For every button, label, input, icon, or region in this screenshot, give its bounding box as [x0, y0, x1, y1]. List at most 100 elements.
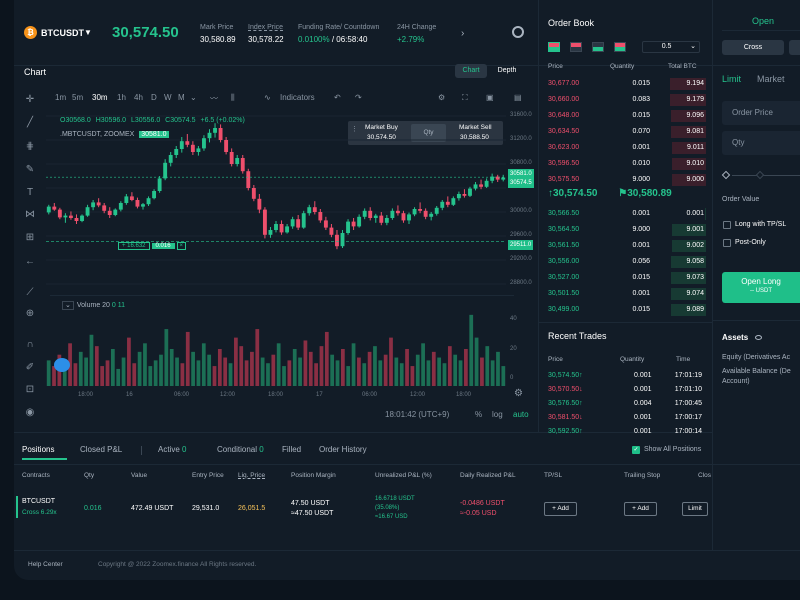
camera-icon[interactable]: ▣	[486, 93, 494, 102]
text-icon[interactable]: T	[24, 187, 36, 199]
timeframe-5m[interactable]: 5m	[72, 93, 83, 102]
chevron-right-icon[interactable]: ›	[461, 28, 464, 39]
orderbook-row[interactable]: 30,564.50 9.000 9.001	[548, 223, 706, 237]
indicators-button[interactable]: Indicators	[280, 93, 315, 102]
calendar-icon[interactable]: ▤	[514, 93, 522, 102]
orderbook-asks-icon[interactable]	[570, 42, 582, 52]
orderbook-bids-icon[interactable]	[592, 42, 604, 52]
open-long-button[interactable]: Open Long -- USDT	[722, 272, 800, 303]
zoom-in-icon[interactable]: ⊕	[24, 308, 36, 320]
limit-close-button[interactable]: Limit	[682, 502, 708, 516]
qty-slider[interactable]	[732, 175, 800, 176]
timeframe-1m[interactable]: 1m	[55, 93, 66, 102]
index-price-label[interactable]: Index Price	[248, 24, 283, 31]
orderbook-row[interactable]: 30,575.50 9.000 9.000	[548, 173, 706, 187]
tpsl-add-button[interactable]: + Add	[544, 502, 577, 516]
qty-input[interactable]: Qty	[722, 131, 800, 155]
margin-mode-button[interactable]: Cross	[722, 40, 784, 55]
measure-icon[interactable]: ⊞	[24, 232, 36, 244]
orderbook-row[interactable]: 30,596.50 0.010 9.010	[548, 157, 706, 171]
tab-depth[interactable]: Depth	[490, 64, 524, 78]
chevron-down-icon[interactable]: ⌄	[190, 93, 197, 102]
order-price-input[interactable]: Order Price	[722, 101, 800, 125]
orderbook-row[interactable]: 30,660.00 0.083 9.179	[548, 93, 706, 107]
settings-icon[interactable]: ⚙	[438, 93, 445, 102]
timeframe-m[interactable]: M	[178, 93, 185, 102]
tab-conditional[interactable]: Conditional 0	[217, 445, 264, 454]
caret-down-icon[interactable]: ▼	[84, 28, 92, 37]
line-chart-icon[interactable]: 〰	[210, 93, 218, 104]
orderbook-row[interactable]: 30,677.00 0.015 9.194	[548, 77, 706, 91]
tab-closed-pnl[interactable]: Closed P&L	[80, 445, 122, 454]
timeframe-1h[interactable]: 1h	[117, 93, 126, 102]
slider-handle[interactable]	[721, 170, 731, 180]
orderbook-row[interactable]: 30,561.50 0.001 9.002	[548, 239, 706, 253]
tab-limit[interactable]: Limit	[722, 74, 741, 84]
tab-filled[interactable]: Filled	[282, 445, 301, 454]
post-only-label[interactable]: Post-Only	[735, 239, 766, 246]
close-position-icon[interactable]: ×	[176, 242, 187, 250]
timeframe-4h[interactable]: 4h	[134, 93, 143, 102]
tab-active[interactable]: Active 0	[158, 445, 186, 454]
gear-icon[interactable]	[512, 26, 524, 38]
timeframe-30m[interactable]: 30m	[92, 93, 108, 102]
scale-auto[interactable]: auto	[513, 410, 529, 419]
orderbook-row[interactable]: 30,556.00 0.056 9.058	[548, 255, 706, 269]
orderbook-row[interactable]: 30,527.00 0.015 9.073	[548, 271, 706, 285]
slider-mark[interactable]	[755, 170, 765, 180]
magnet-icon[interactable]: ∩	[24, 339, 36, 351]
tpsl-label[interactable]: Long with TP/SL	[735, 221, 786, 228]
orderbook-trades-icon[interactable]	[614, 42, 626, 52]
volume-bar	[212, 366, 217, 386]
price-step-select[interactable]: 0.5 ⌄	[642, 41, 700, 53]
eye-icon[interactable]: ◉	[24, 407, 36, 419]
show-all-label[interactable]: Show All Positions	[644, 446, 701, 453]
tab-positions[interactable]: Positions	[22, 445, 54, 454]
position-leverage[interactable]: Cross 6.29x	[22, 509, 57, 516]
eye-icon[interactable]	[755, 335, 762, 340]
orderbook-row[interactable]: 30,648.00 0.015 9.096	[548, 109, 706, 123]
orderbook-row[interactable]: 30,634.50 0.070 9.081	[548, 125, 706, 139]
orderbook-row[interactable]: 30,501.50 0.001 9.074	[548, 287, 706, 301]
undo-icon[interactable]: ↶	[334, 93, 341, 102]
scale-percent[interactable]: %	[475, 410, 482, 419]
timeframe-d[interactable]: D	[151, 93, 157, 102]
ruler-icon[interactable]: ⟋	[24, 287, 36, 299]
crosshair-icon[interactable]: ✛	[24, 94, 36, 106]
orderbook-row[interactable]: 30,566.50 0.001 0.001	[548, 207, 706, 221]
timeframe-w[interactable]: W	[164, 93, 172, 102]
indicators-icon[interactable]: ∿	[264, 93, 271, 102]
redo-icon[interactable]: ↷	[355, 93, 362, 102]
help-center-link[interactable]: Help Center	[28, 561, 63, 568]
tab-market[interactable]: Market	[757, 74, 785, 84]
trend-line-icon[interactable]: ╱	[24, 117, 36, 129]
lock-icon[interactable]: ⊡	[24, 384, 36, 396]
lock-drawing-icon[interactable]: ✐	[24, 362, 36, 374]
candlestick-icon[interactable]: ⫼	[231, 93, 235, 103]
tab-order-history[interactable]: Order History	[319, 445, 367, 454]
trade-qty: 0.004	[634, 400, 652, 407]
leverage-button[interactable]	[789, 40, 800, 55]
show-all-checkbox[interactable]: ✓	[632, 446, 640, 454]
tab-chart[interactable]: Chart	[455, 64, 487, 78]
fib-icon[interactable]: ⋕	[24, 141, 36, 153]
price-chart[interactable]	[46, 110, 506, 290]
orderbook-qty: 0.015	[632, 112, 650, 119]
trailing-add-button[interactable]: + Add	[624, 502, 657, 516]
orderbook-row[interactable]: 30,499.00 0.015 9.089	[548, 303, 706, 317]
open-tab[interactable]: Open	[752, 16, 774, 26]
symbol-selector[interactable]: BTCUSDT	[41, 28, 84, 38]
settings-icon[interactable]: ⚙	[514, 388, 523, 399]
post-only-checkbox[interactable]	[723, 239, 731, 247]
orderbook-both-icon[interactable]	[548, 42, 560, 52]
pattern-icon[interactable]: ⋈	[24, 209, 36, 221]
position-tag[interactable]: + 16.632 0.016 ×	[118, 240, 187, 252]
orderbook-row[interactable]: 30,623.00 0.001 9.011	[548, 141, 706, 155]
collapse-icon[interactable]: ⌄	[62, 301, 74, 310]
brush-icon[interactable]: ✎	[24, 164, 36, 176]
fullscreen-icon[interactable]: ⛶	[462, 93, 468, 103]
tpsl-checkbox[interactable]	[723, 221, 731, 229]
arrow-left-icon[interactable]: ←	[24, 256, 36, 268]
volume-chart[interactable]	[46, 312, 506, 386]
scale-log[interactable]: log	[492, 410, 503, 419]
